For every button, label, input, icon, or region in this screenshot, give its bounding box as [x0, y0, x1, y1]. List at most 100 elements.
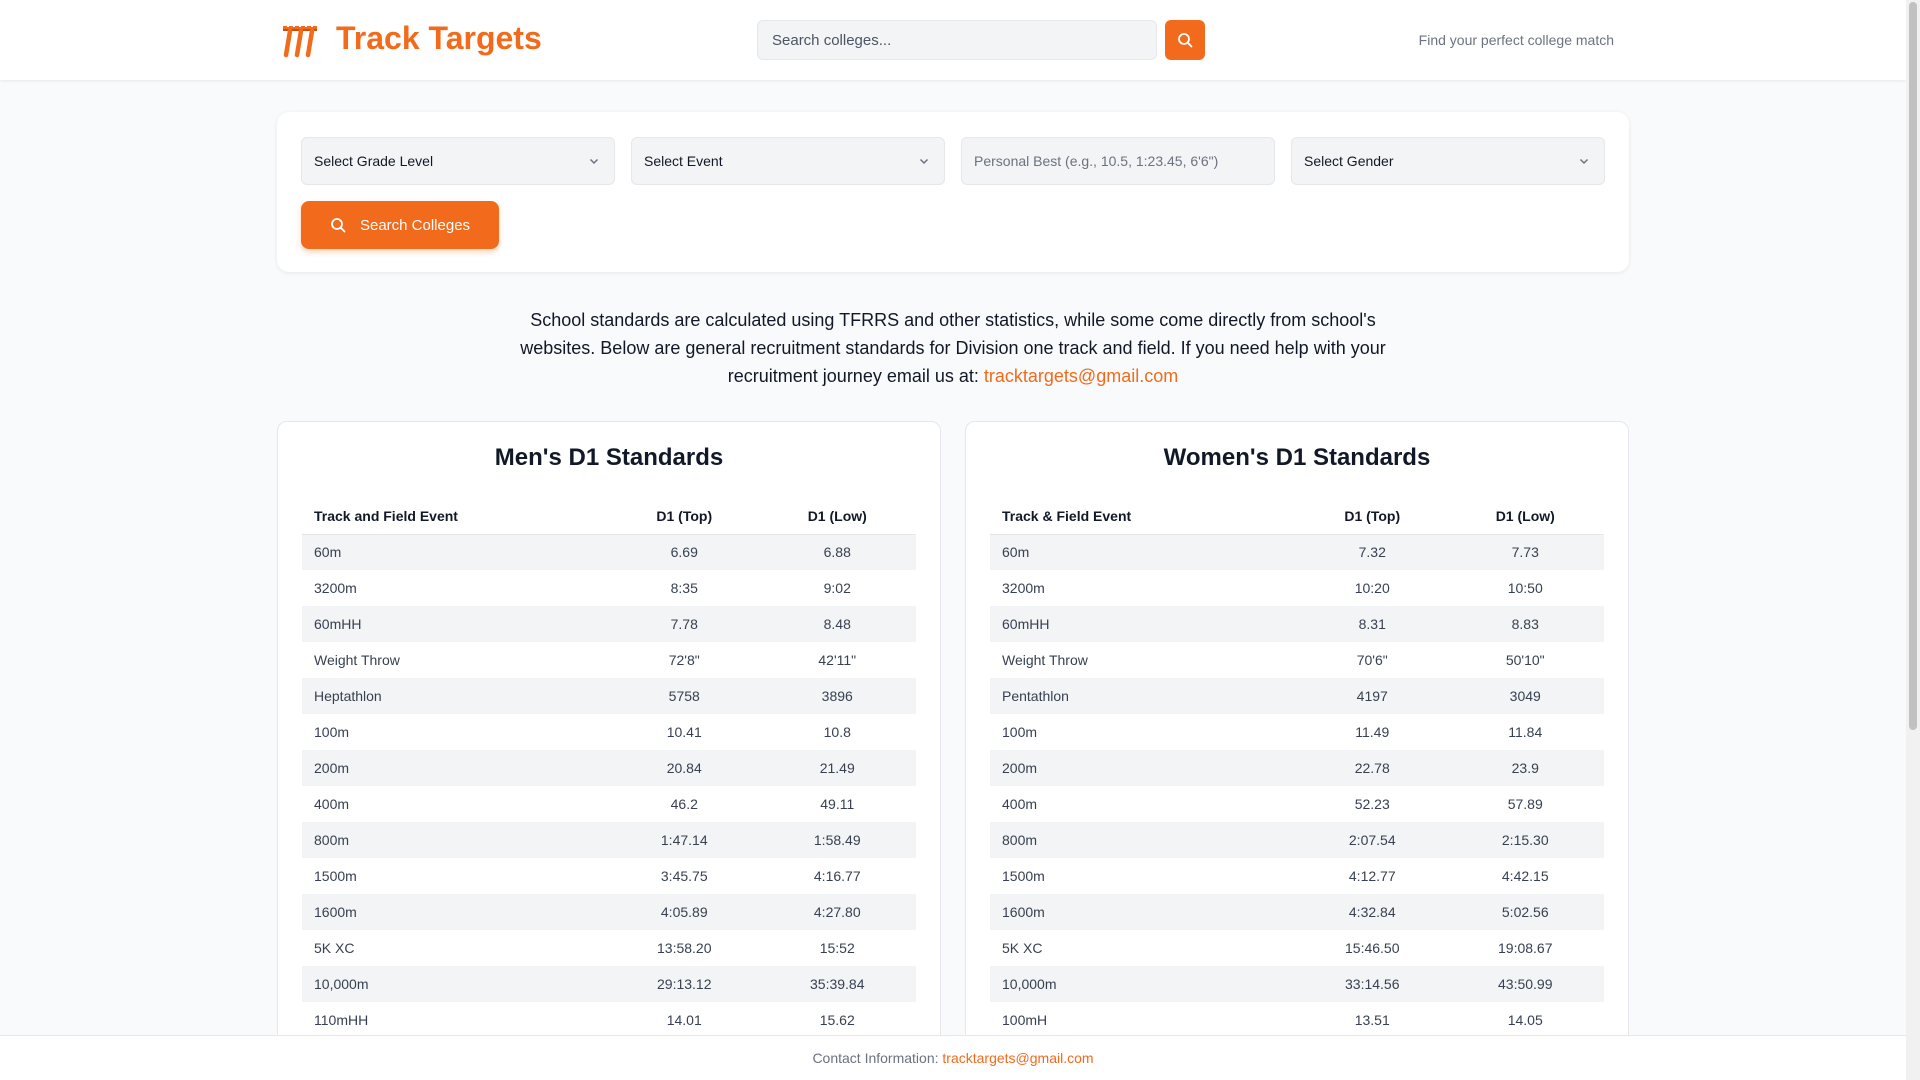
- mens-standards-card: Men's D1 Standards Track and Field Event…: [277, 421, 941, 1061]
- d1-top-cell: 4:05.89: [610, 894, 759, 930]
- womens-standards-card: Women's D1 Standards Track & Field Event…: [965, 421, 1629, 1061]
- event-cell: 800m: [990, 822, 1298, 858]
- grade-level-select[interactable]: Select Grade Level: [301, 137, 615, 185]
- gender-select[interactable]: Select Gender: [1291, 137, 1605, 185]
- chevron-down-icon: [589, 158, 599, 165]
- intro-text: School standards are calculated using TF…: [510, 306, 1396, 390]
- d1-top-cell: 4:12.77: [1348, 868, 1396, 884]
- table-row: 3200m 8:35 9:02: [302, 570, 916, 606]
- table-row: 800m 2:07.54 2:15.30: [990, 822, 1604, 858]
- table-row: Weight Throw 70'6" 50'10": [990, 642, 1604, 678]
- mens-standards-table: Track and Field Event D1 (Top) D1 (Low) …: [302, 498, 916, 1038]
- d1-top-cell: 15:46.50: [1345, 940, 1400, 956]
- event-cell: 1500m: [314, 868, 357, 884]
- d1-top-cell: 5758: [610, 678, 759, 714]
- table-row: 110mHH 14.01 15.62: [302, 1002, 916, 1038]
- d1-top-cell: 13.51: [1354, 1012, 1390, 1028]
- d1-low-cell: 15:52: [819, 940, 855, 956]
- d1-low-cell: 7.73: [1446, 534, 1604, 570]
- event-cell: 10,000m: [302, 966, 610, 1002]
- d1-top-cell: 29:13.12: [610, 966, 759, 1002]
- intro-email-link[interactable]: tracktargets@gmail.com: [984, 366, 1178, 386]
- d1-low-cell: 15.62: [819, 1012, 855, 1028]
- table-row: 200m 20.84 21.49: [302, 750, 916, 786]
- d1-top-cell: 2:07.54: [1298, 822, 1447, 858]
- d1-low-cell: 43:50.99: [1446, 966, 1604, 1002]
- d1-top-cell: 13:58.20: [657, 940, 712, 956]
- event-cell: Weight Throw: [314, 652, 400, 668]
- d1-low-cell: 57.89: [1507, 796, 1543, 812]
- d1-top-cell: 6.69: [610, 534, 759, 570]
- search-icon: [331, 218, 346, 233]
- event-cell: 100m: [1002, 724, 1038, 740]
- intro-paragraph: School standards are calculated using TF…: [520, 310, 1386, 386]
- event-cell: 400m: [314, 796, 350, 812]
- table-row: 60m 7.32 7.73: [990, 534, 1604, 570]
- table-header-row: Track and Field Event D1 (Top) D1 (Low): [302, 498, 916, 535]
- table-header-row: Track & Field Event D1 (Top) D1 (Low): [990, 498, 1604, 535]
- event-cell: 60m: [302, 534, 610, 570]
- d1-top-cell: 33:14.56: [1298, 966, 1447, 1002]
- top-header: Track Targets Find your perfect college …: [0, 0, 1906, 80]
- d1-top-cell: 7.32: [1298, 534, 1447, 570]
- event-cell: 10,000m: [990, 966, 1298, 1002]
- table-row: 100m 11.49 11.84: [990, 714, 1604, 750]
- d1-low-cell: 8.48: [758, 606, 916, 642]
- footer-email-link[interactable]: tracktargets@gmail.com: [942, 1050, 1093, 1066]
- d1-top-cell: 1:47.14: [610, 822, 759, 858]
- table-row: 5K XC 13:58.20 15:52: [302, 930, 916, 966]
- scrollbar-thumb[interactable]: [1909, 2, 1917, 730]
- event-cell: 60mHH: [990, 606, 1298, 642]
- hurdles-logo-icon: [283, 25, 317, 58]
- event-cell: 110mHH: [314, 1012, 369, 1028]
- college-search-input[interactable]: [757, 20, 1157, 60]
- chevron-down-icon: [1579, 158, 1589, 165]
- d1-low-cell: 10.8: [823, 724, 851, 740]
- personal-best-input[interactable]: Personal Best (e.g., 10.5, 1:23.45, 6'6"…: [961, 137, 1275, 185]
- d1-low-cell: 42'11": [818, 652, 857, 668]
- event-cell: 5K XC: [314, 940, 355, 956]
- event-cell: 3200m: [1002, 580, 1045, 596]
- d1-top-cell: 46.2: [670, 796, 698, 812]
- search-colleges-button[interactable]: Search Colleges: [301, 201, 499, 249]
- table-row: 200m 22.78 23.9: [990, 750, 1604, 786]
- d1-low-cell: 19:08.67: [1498, 940, 1553, 956]
- d1-low-cell: 2:15.30: [1446, 822, 1604, 858]
- d1-top-cell: 4:32.84: [1298, 894, 1447, 930]
- event-select[interactable]: Select Event: [631, 137, 945, 185]
- search-icon: [1178, 33, 1193, 48]
- page-scrollbar[interactable]: [1906, 0, 1920, 1080]
- d1-top-cell: 8.31: [1298, 606, 1447, 642]
- filter-panel: Select Grade Level Select Event Personal…: [277, 112, 1629, 272]
- table-row: 60m 6.69 6.88: [302, 534, 916, 570]
- event-cell: Weight Throw: [1002, 652, 1088, 668]
- column-header: D1 (Low): [1446, 498, 1604, 535]
- d1-low-cell: 3896: [758, 678, 916, 714]
- d1-top-cell: 3:45.75: [660, 868, 708, 884]
- d1-top-cell: 14.01: [666, 1012, 702, 1028]
- table-row: 1500m 4:12.77 4:42.15: [990, 858, 1604, 894]
- column-header: D1 (Low): [758, 498, 916, 535]
- table-row: 60mHH 8.31 8.83: [990, 606, 1604, 642]
- header-search-button[interactable]: [1165, 20, 1205, 60]
- event-cell: 3200m: [314, 580, 357, 596]
- d1-low-cell: 50'10": [1505, 652, 1545, 668]
- footer: Contact Information: tracktargets@gmail.…: [0, 1035, 1906, 1080]
- event-cell: Pentathlon: [990, 678, 1298, 714]
- table-row: 1500m 3:45.75 4:16.77: [302, 858, 916, 894]
- d1-low-cell: 10:50: [1507, 580, 1543, 596]
- d1-low-cell: 1:58.49: [758, 822, 916, 858]
- d1-low-cell: 8.83: [1446, 606, 1604, 642]
- event-cell: 1500m: [1002, 868, 1045, 884]
- d1-low-cell: 9:02: [823, 580, 851, 596]
- search-colleges-label: Search Colleges: [359, 216, 471, 234]
- table-row: Weight Throw 72'8" 42'11": [302, 642, 916, 678]
- personal-best-placeholder: Personal Best (e.g., 10.5, 1:23.45, 6'6"…: [974, 153, 1219, 169]
- event-select-value: Select Event: [644, 153, 723, 169]
- d1-top-cell: 20.84: [610, 750, 759, 786]
- brand-title[interactable]: Track Targets: [336, 20, 542, 57]
- chevron-down-icon: [919, 158, 929, 165]
- d1-top-cell: 52.23: [1354, 796, 1390, 812]
- d1-low-cell: 21.49: [758, 750, 916, 786]
- event-cell: 1600m: [302, 894, 610, 930]
